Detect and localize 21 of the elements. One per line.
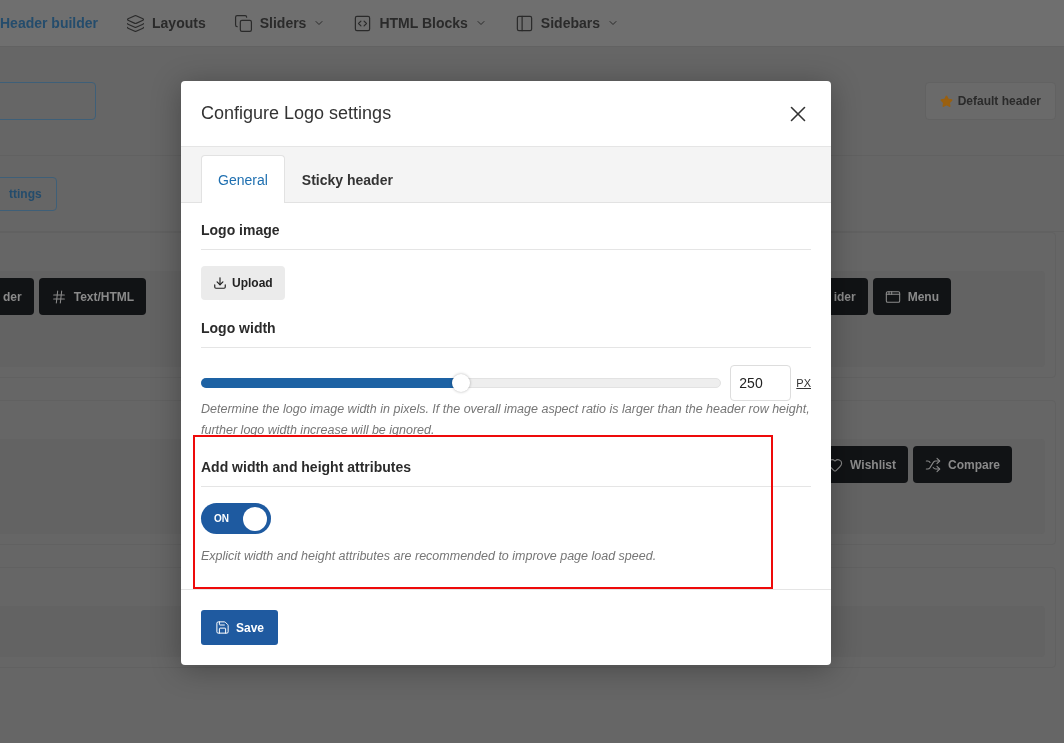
element-button[interactable]: der (0, 278, 34, 315)
unit-link[interactable]: PX (796, 377, 811, 389)
section-title: Add width and height attributes (201, 457, 811, 487)
element-button[interactable]: Menu (872, 278, 951, 315)
nav-link[interactable]: Sliders (233, 13, 326, 33)
save-button[interactable]: Save (201, 610, 279, 645)
nav-link[interactable]: HTML Blocks (353, 13, 487, 33)
default-header-button[interactable]: Default header (924, 82, 1056, 120)
nav-link[interactable]: Sidebars (514, 13, 619, 33)
dialog-tab[interactable]: Sticky header (284, 155, 410, 203)
section-title: Logo image (201, 220, 811, 250)
dialog-title: Configure Logo settings (201, 103, 392, 125)
element-button[interactable]: Text/HTML (38, 278, 147, 315)
upload-button[interactable]: Upload (201, 266, 285, 300)
section-title: Logo width (201, 318, 811, 348)
nav-link[interactable]: Layouts (126, 13, 206, 33)
width-field[interactable]: 250 (730, 365, 792, 401)
element-button[interactable]: Compare (913, 446, 1012, 483)
toggle-switch[interactable]: ON (201, 503, 271, 534)
help-text: Explicit width and height attributes are recommended to improve page load speed. (201, 548, 658, 565)
dialog-tab[interactable]: General (201, 155, 285, 203)
